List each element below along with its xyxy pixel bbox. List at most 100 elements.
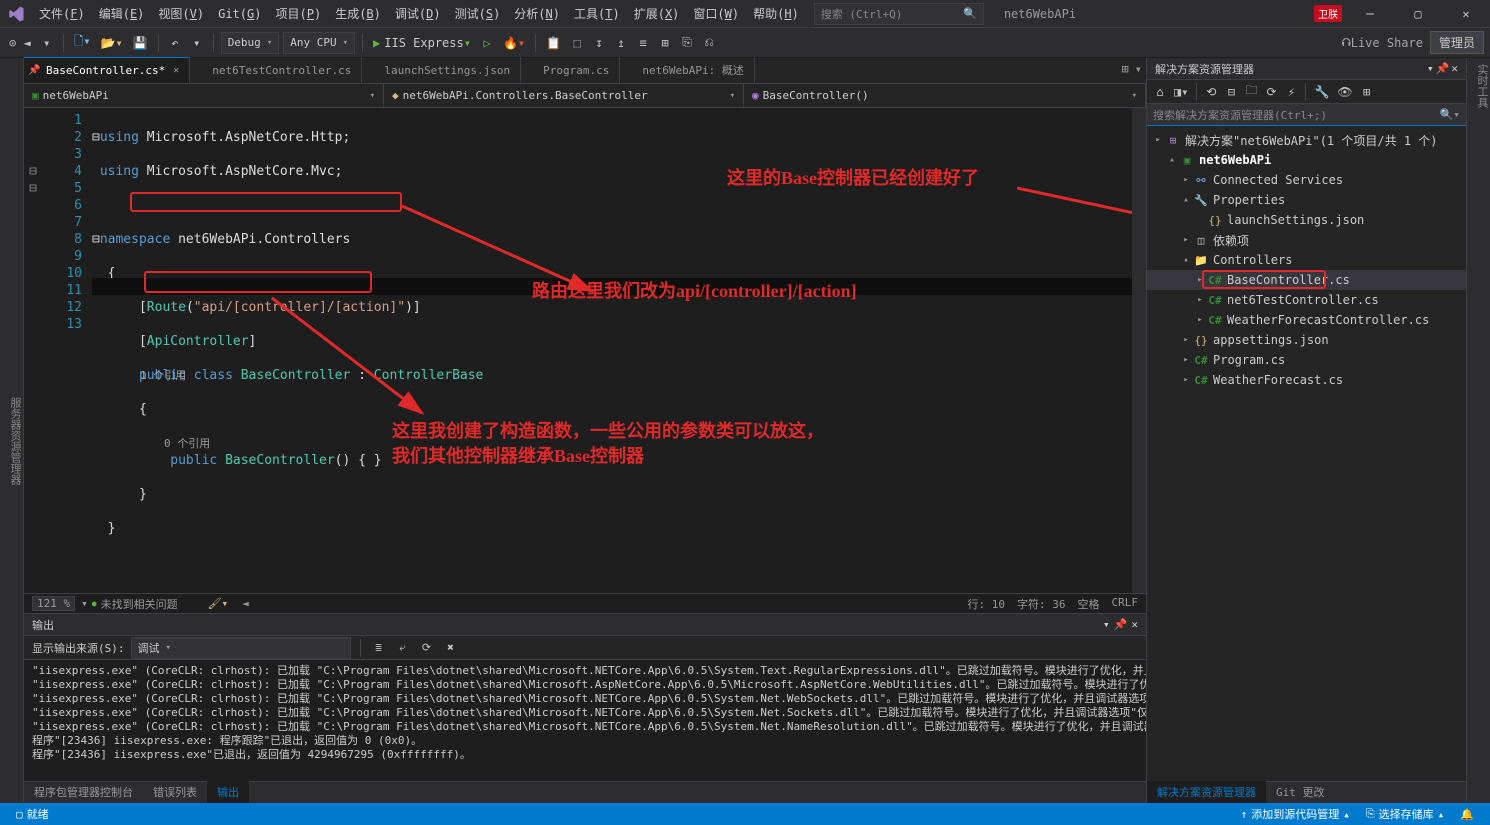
nav-fwd-button[interactable]: ▾	[38, 32, 56, 54]
node-controllers[interactable]: ▴📁Controllers	[1147, 250, 1466, 270]
solution-tree[interactable]: ▸⊞解决方案"net6WebAPi"(1 个项目/共 1 个) ▴▣net6We…	[1147, 126, 1466, 781]
tb-icon-6[interactable]: ⊞	[656, 32, 674, 54]
node-testcontroller[interactable]: ▸C#net6TestController.cs	[1147, 290, 1466, 310]
node-weatherforecast[interactable]: ▸C#WeatherForecast.cs	[1147, 370, 1466, 390]
menu-W[interactable]: 窗口(W)	[686, 2, 746, 25]
run-button[interactable]: ▶ IIS Express ▾	[370, 32, 474, 54]
out-tab[interactable]: 错误列表	[143, 781, 207, 803]
status-repo[interactable]: ⎘ 选择存储库 ▴	[1358, 806, 1452, 822]
doc-tab[interactable]: 📌BaseController.cs*✕	[24, 57, 190, 83]
out-wrap-icon[interactable]: ⤶	[394, 637, 412, 659]
menu-V[interactable]: 视图(V)	[151, 2, 211, 25]
save-all-button[interactable]: 💾	[130, 32, 151, 54]
se-preview-icon[interactable]: 👁	[1334, 81, 1355, 103]
out-clear-icon[interactable]: ≣	[370, 637, 388, 659]
brush-icon[interactable]: 🖌▾	[208, 597, 229, 610]
redo-button[interactable]: ▾	[188, 32, 206, 54]
tb-icon-5[interactable]: ≡	[634, 32, 652, 54]
rp-tab[interactable]: 解决方案资源管理器	[1147, 781, 1266, 803]
panel-close-icon[interactable]: ✕	[1131, 618, 1138, 631]
se-home-icon[interactable]: ⌂	[1151, 81, 1169, 103]
se-showall-icon[interactable]: 🗀	[1242, 81, 1260, 103]
rp-tab[interactable]: Git 更改	[1266, 781, 1335, 803]
tb-icon-3[interactable]: ↧	[590, 32, 608, 54]
doc-tab[interactable]: net6WebAPi: 概述	[620, 57, 754, 83]
close-button[interactable]: ✕	[1446, 0, 1486, 28]
tb-icon-4[interactable]: ↥	[612, 32, 630, 54]
node-appsettings[interactable]: ▸{}appsettings.json	[1147, 330, 1466, 350]
menu-G[interactable]: Git(G)	[211, 4, 268, 24]
node-properties[interactable]: ▴🔧Properties	[1147, 190, 1466, 210]
undo-button[interactable]: ↶	[166, 32, 184, 54]
doc-tab[interactable]: launchSettings.json	[362, 57, 521, 83]
tab-overflow-icon[interactable]: ⊞	[1122, 62, 1129, 76]
new-item-button[interactable]: 🗋▾	[71, 32, 94, 54]
side-tab-server-explorer[interactable]: 服务器资源管理器	[7, 397, 23, 485]
menu-E[interactable]: 编辑(E)	[92, 2, 152, 25]
doc-tab[interactable]: Program.cs	[521, 57, 620, 83]
se-sync-icon[interactable]: ⟲	[1202, 81, 1220, 103]
out-tab[interactable]: 程序包管理器控制台	[24, 781, 143, 803]
code-editor[interactable]: ⊟⊟ 12345678910111213 ⊟using Microsoft.As…	[24, 108, 1146, 593]
editor-scrollbar[interactable]	[1132, 108, 1146, 593]
panel-opts-icon[interactable]: ▾	[1103, 618, 1110, 631]
panel-pin-icon[interactable]: 📌	[1114, 618, 1128, 631]
run-noDebug-button[interactable]: ▷	[478, 32, 496, 54]
node-weathercontroller[interactable]: ▸C#WeatherForecastController.cs	[1147, 310, 1466, 330]
node-basecontroller[interactable]: ▸C#BaseController.cs	[1147, 270, 1466, 290]
node-solution[interactable]: ▸⊞解决方案"net6WebAPi"(1 个项目/共 1 个)	[1147, 130, 1466, 150]
open-button[interactable]: 📂▾	[98, 32, 126, 54]
menu-N[interactable]: 分析(N)	[507, 2, 567, 25]
live-share-button[interactable]: ⮉ Live Share	[1339, 32, 1426, 54]
bc-member[interactable]: ◉ BaseController()▾	[744, 84, 1146, 107]
user-badge[interactable]: 卫朕	[1314, 5, 1342, 22]
doc-tab[interactable]: net6TestController.cs	[190, 57, 362, 83]
nav-back-button[interactable]: ⊙ ◄	[6, 32, 34, 54]
out-tab[interactable]: 输出	[207, 781, 249, 803]
title-search-box[interactable]: 搜索 (Ctrl+Q) 🔍	[814, 3, 984, 25]
se-filter-icon[interactable]: ⚡	[1282, 81, 1300, 103]
rp-close-icon[interactable]: ✕	[1451, 62, 1458, 75]
maximize-button[interactable]: ▢	[1398, 0, 1438, 28]
issues-text[interactable]: 未找到相关问题	[101, 596, 178, 612]
node-launchsettings[interactable]: {}launchSettings.json	[1147, 210, 1466, 230]
node-project[interactable]: ▴▣net6WebAPi	[1147, 150, 1466, 170]
menu-D[interactable]: 调试(D)	[388, 2, 448, 25]
tb-icon-2[interactable]: ⬚	[568, 32, 586, 54]
node-deps[interactable]: ▸◫依赖项	[1147, 230, 1466, 250]
tb-icon-7[interactable]: ⎘	[678, 32, 696, 54]
rp-pin-icon[interactable]: 📌	[1436, 62, 1450, 75]
bc-class[interactable]: ◆ net6WebAPi.Controllers.BaseController▾	[384, 84, 744, 107]
se-props-icon[interactable]: 🔧	[1311, 81, 1332, 103]
code-area[interactable]: ⊟using Microsoft.AspNetCore.Http; using …	[92, 108, 1132, 593]
menu-H[interactable]: 帮助(H)	[746, 2, 806, 25]
menu-F[interactable]: 文件(F)	[32, 2, 92, 25]
se-nest-icon[interactable]: ⊞	[1358, 81, 1376, 103]
hot-reload-button[interactable]: 🔥▾	[500, 32, 528, 54]
se-views-icon[interactable]: ◨▾	[1171, 81, 1191, 103]
menu-S[interactable]: 测试(S)	[448, 2, 508, 25]
node-connected[interactable]: ▸⚯Connected Services	[1147, 170, 1466, 190]
menu-T[interactable]: 工具(T)	[567, 2, 627, 25]
se-refresh-icon[interactable]: ⟳	[1262, 81, 1280, 103]
menu-P[interactable]: 项目(P)	[268, 2, 328, 25]
status-add-source[interactable]: ↑ 添加到源代码管理 ▴	[1233, 806, 1358, 822]
status-bell-icon[interactable]: 🔔	[1452, 808, 1482, 821]
bc-project[interactable]: ▣ net6WebAPi▾	[24, 84, 384, 107]
platform-combo[interactable]: Any CPU▾	[283, 32, 355, 54]
menu-B[interactable]: 生成(B)	[328, 2, 388, 25]
menu-X[interactable]: 扩展(X)	[627, 2, 687, 25]
node-program[interactable]: ▸C#Program.cs	[1147, 350, 1466, 370]
se-collapse-icon[interactable]: ⊟	[1222, 81, 1240, 103]
tb-icon-1[interactable]: 📋	[543, 32, 564, 54]
out-autoscroll-icon[interactable]: ⟳	[418, 637, 436, 659]
output-source-combo[interactable]: 调试▾	[131, 637, 351, 659]
side-tab-live-tools[interactable]: 实时工具	[1476, 64, 1489, 108]
out-clear2-icon[interactable]: ✖	[442, 637, 460, 659]
zoom-level[interactable]: 121 %	[32, 596, 75, 611]
rp-opts-icon[interactable]: ▾	[1427, 62, 1434, 75]
tab-dropdown-icon[interactable]: ▾	[1135, 62, 1142, 76]
output-text[interactable]: "iisexpress.exe" (CoreCLR: clrhost): 已加载…	[24, 660, 1146, 781]
solution-search-box[interactable]: 搜索解决方案资源管理器(Ctrl+;)🔍▾	[1147, 104, 1466, 126]
config-combo[interactable]: Debug▾	[221, 32, 280, 54]
